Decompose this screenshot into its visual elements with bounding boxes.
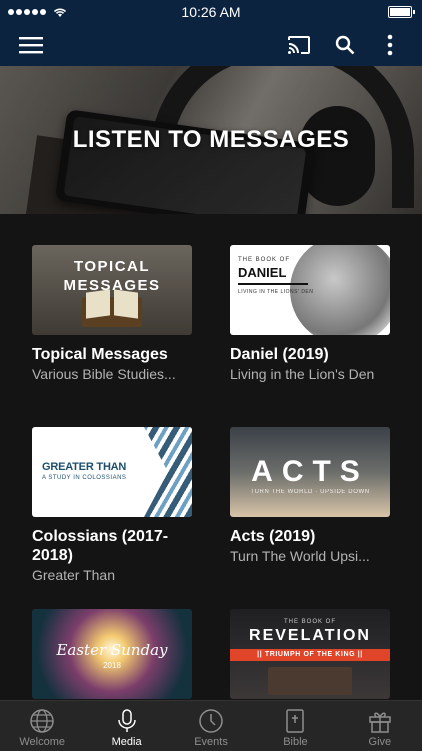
tab-label: Events [194,736,228,748]
tab-events[interactable]: Events [169,701,253,751]
series-thumbnail[interactable]: GREATER THAN A STUDY IN COLOSSIANS [32,427,192,517]
open-bible-image [82,297,142,327]
series-card-easter[interactable]: Easter Sunday 2018 [32,609,192,699]
tab-label: Bible [283,736,308,748]
series-thumbnail[interactable]: THE BOOK OF REVELATION || TRIUMPH OF THE… [230,609,390,699]
thumbnail-text: TOPICAL MESSAGES [63,258,161,294]
more-button[interactable] [375,30,405,60]
series-subtitle: Living in the Lion's Den [230,366,375,382]
series-subtitle: Various Bible Studies... [32,366,176,382]
clock-icon [199,709,223,733]
tab-give[interactable]: Give [338,701,422,751]
globe-icon [30,709,54,733]
series-title[interactable]: Acts (2019) [230,527,390,546]
chevron-graphic [144,427,192,517]
series-thumbnail[interactable]: Easter Sunday 2018 [32,609,192,699]
microphone-icon [117,709,136,732]
tab-label: Give [368,736,392,748]
more-vert-icon [387,34,393,56]
tab-welcome[interactable]: Welcome [0,701,84,751]
cast-icon [288,36,310,54]
series-thumbnail[interactable]: TOPICAL MESSAGES [32,245,192,335]
bible-icon [286,709,305,733]
cast-button[interactable] [284,30,314,60]
series-title[interactable]: Daniel (2019) [230,345,390,364]
series-card-acts[interactable]: ACTS TURN THE WORLD · UPSIDE DOWN Acts (… [230,427,390,564]
series-thumbnail[interactable]: ACTS TURN THE WORLD · UPSIDE DOWN [230,427,390,517]
tab-bible[interactable]: Bible [253,701,337,751]
search-icon [335,35,355,55]
app-bar [0,24,422,66]
series-card-daniel[interactable]: THE BOOK OF DANIEL LIVING IN THE LIONS' … [230,245,390,382]
series-card-revelation[interactable]: THE BOOK OF REVELATION || TRIUMPH OF THE… [230,609,390,699]
status-bar: 10:26 AM [0,0,422,24]
hero-title: LISTEN TO MESSAGES [72,126,350,153]
series-subtitle: Turn The World Upsi... [230,548,370,564]
menu-icon [19,37,43,54]
series-card-topical[interactable]: TOPICAL MESSAGES Topical Messages Variou… [32,245,192,382]
tab-media[interactable]: Media [84,701,168,751]
series-card-colossians[interactable]: GREATER THAN A STUDY IN COLOSSIANS Colos… [32,427,202,583]
tab-label: Media [111,736,142,748]
tab-label: Welcome [19,736,66,748]
book-image [268,667,352,695]
menu-button[interactable] [16,30,46,60]
status-time: 10:26 AM [181,4,241,20]
search-button[interactable] [330,30,360,60]
battery-icon [388,6,415,18]
series-thumbnail[interactable]: THE BOOK OF DANIEL LIVING IN THE LIONS' … [230,245,390,335]
tab-bar: Welcome Media Events Bible Give [0,700,422,751]
series-title[interactable]: Colossians (2017-2018) [32,527,202,565]
series-title[interactable]: Topical Messages [32,345,192,364]
gift-icon [369,712,391,733]
series-subtitle: Greater Than [32,567,116,583]
